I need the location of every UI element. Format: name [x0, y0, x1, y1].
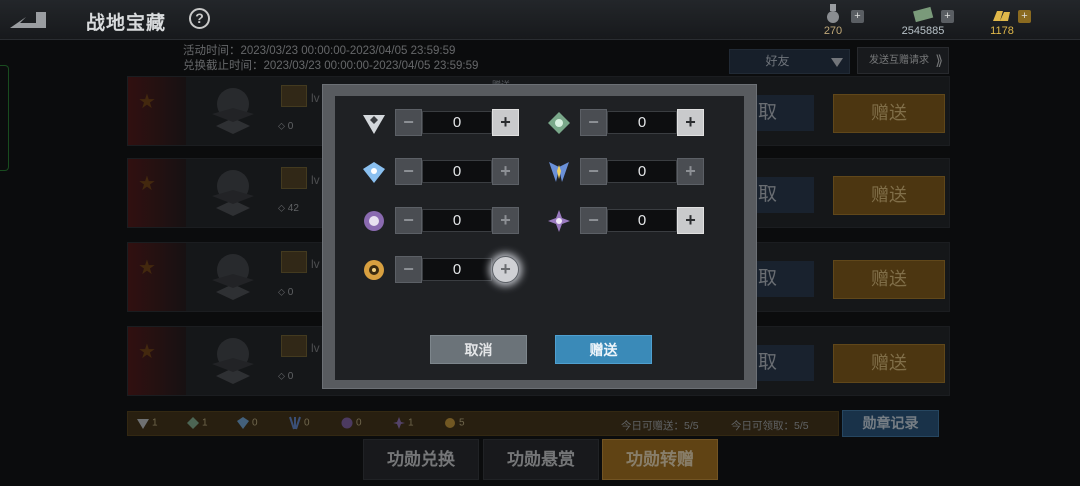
decrease-button[interactable]: − — [395, 109, 422, 136]
blue-wings-medal-icon — [549, 162, 569, 182]
currency-gold: 1178 + — [972, 4, 1032, 38]
add-currency-button[interactable]: + — [1018, 10, 1031, 23]
medal-slot: − 0 + — [361, 207, 521, 234]
silver-star-medal-icon — [363, 115, 385, 134]
quantity-field[interactable]: 0 — [607, 209, 677, 232]
quantity-field[interactable]: 0 — [422, 111, 492, 134]
decrease-button[interactable]: − — [580, 158, 607, 185]
back-arrow-icon[interactable] — [6, 8, 50, 32]
add-currency-button[interactable]: + — [941, 10, 954, 23]
green-gem-medal-icon — [548, 112, 570, 134]
quantity-field[interactable]: 0 — [422, 209, 492, 232]
medal-slot: − 0 + — [361, 158, 521, 185]
confirm-send-button[interactable]: 赠送 — [555, 335, 652, 364]
quantity-field[interactable]: 0 — [422, 160, 492, 183]
cash-icon — [913, 6, 934, 23]
add-currency-button[interactable]: + — [851, 10, 864, 23]
top-bar: 战地宝藏 ? 270 + 2545885 + 1178 + — [0, 0, 1080, 40]
purple-star-medal-icon — [548, 210, 570, 232]
blue-diamond-medal-icon — [363, 162, 385, 183]
quantity-field[interactable]: 0 — [422, 258, 492, 281]
increase-button[interactable]: + — [492, 207, 519, 234]
increase-button[interactable]: + — [492, 158, 519, 185]
medal-slot: − 0 + — [546, 158, 706, 185]
medal-slot: − 0 + — [546, 207, 706, 234]
medal-slot: − 0 + — [361, 109, 521, 136]
currency-value: 2545885 — [901, 25, 945, 37]
currency-value: 1178 — [990, 25, 1014, 37]
increase-button[interactable]: + — [492, 109, 519, 136]
decrease-button[interactable]: − — [580, 109, 607, 136]
increase-button[interactable]: + — [677, 207, 704, 234]
medal-slot: − 0 + — [546, 109, 706, 136]
increase-button[interactable]: + — [677, 158, 704, 185]
cancel-button[interactable]: 取消 — [430, 335, 527, 364]
increase-button[interactable]: + — [492, 256, 519, 283]
gift-dialog-body — [335, 96, 744, 380]
decrease-button[interactable]: − — [395, 158, 422, 185]
page-title: 战地宝藏 — [86, 13, 167, 34]
decrease-button[interactable]: − — [395, 207, 422, 234]
medal-slot: − 0 + — [361, 256, 521, 283]
currency-cash: 2545885 + — [893, 4, 954, 38]
currency-medal: 270 + — [803, 4, 864, 38]
purple-crest-medal-icon — [364, 211, 384, 231]
medal-currency-icon — [827, 4, 839, 23]
help-icon[interactable]: ? — [189, 8, 210, 29]
quantity-field[interactable]: 0 — [607, 111, 677, 134]
decrease-button[interactable]: − — [580, 207, 607, 234]
gold-bars-icon — [993, 11, 1010, 21]
increase-button[interactable]: + — [677, 109, 704, 136]
gold-sun-medal-icon — [364, 260, 384, 280]
decrease-button[interactable]: − — [395, 256, 422, 283]
currency-value: 270 — [823, 25, 843, 37]
quantity-field[interactable]: 0 — [607, 160, 677, 183]
